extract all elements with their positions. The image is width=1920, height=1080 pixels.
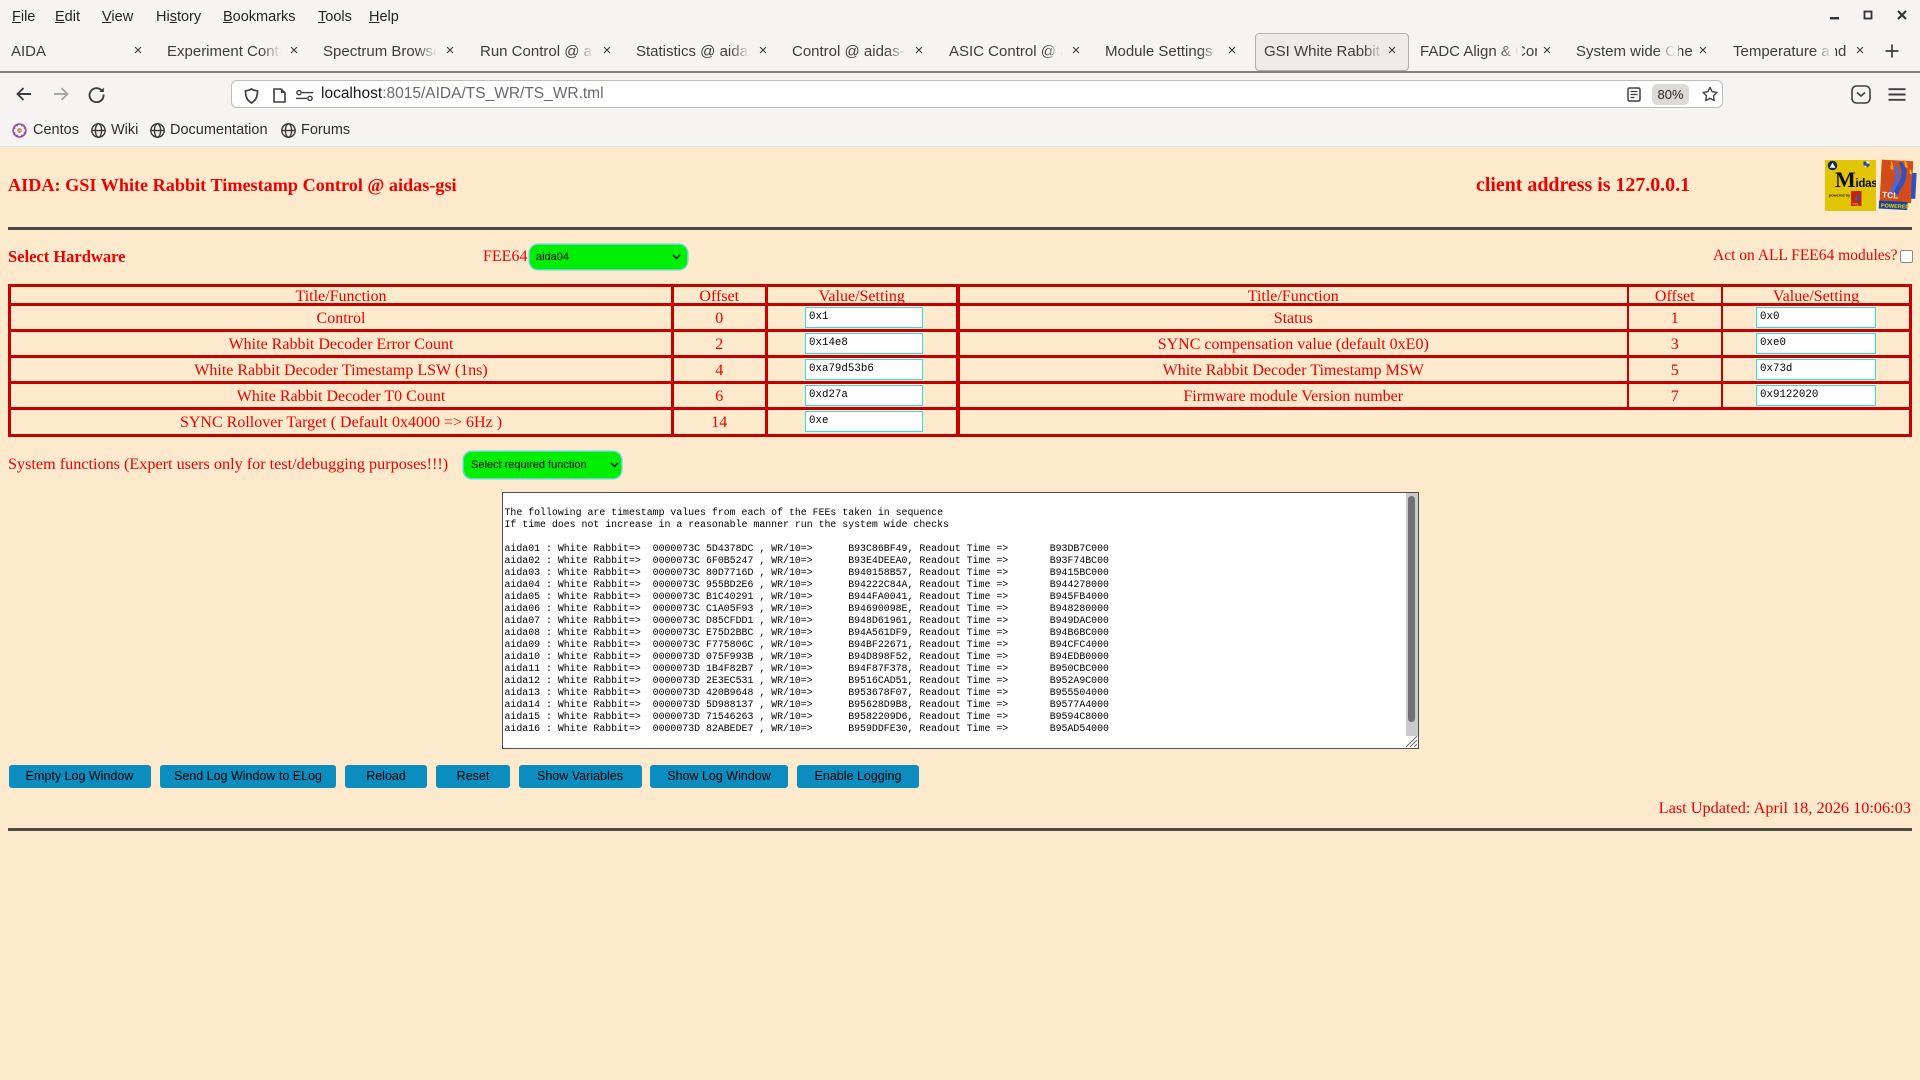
svg-text:TCL: TCL [1882,190,1899,201]
svg-text:POWERED: POWERED [1881,203,1910,210]
svg-text:idas: idas [1856,178,1877,190]
svg-text:TCL: TCL [1853,203,1861,207]
svg-text:powered by: powered by [1829,194,1851,198]
svg-text:M: M [1835,167,1856,192]
